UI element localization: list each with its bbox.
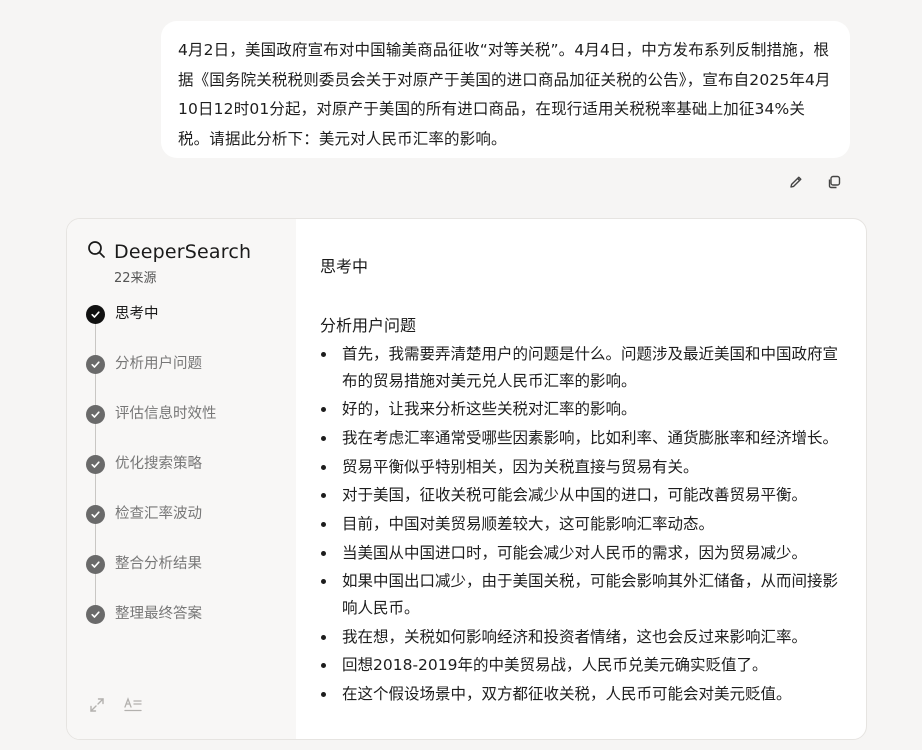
step-label: 评估信息时效性: [115, 406, 217, 422]
text-format-icon: [123, 696, 143, 718]
expand-icon: [88, 696, 106, 718]
pencil-icon: [788, 174, 804, 194]
list-item: 当美国从中国进口时，可能会减少对人民币的需求，因为贸易减少。: [320, 540, 850, 567]
list-item: 我在考虑汇率通常受哪些因素影响，比如利率、通货膨胀率和经济增长。: [320, 425, 850, 452]
deepersearch-sidebar: DeeperSearch 22来源 思考中分析用户问题 评估信息时效性 优化搜索策略…: [67, 219, 296, 739]
check-icon: [86, 355, 105, 374]
copy-message-button[interactable]: [824, 174, 844, 194]
step-item[interactable]: 整理最终答案: [86, 605, 286, 655]
list-item: 如果中国出口减少，由于美国关税，可能会影响其外汇储备，从而间接影响人民币。: [320, 568, 850, 621]
panel-tools: [87, 697, 143, 717]
user-message-bubble: 4月2日，美国政府宣布对中国输美商品征收“对等关税”。4月4日，中方发布系列反制…: [161, 21, 850, 158]
step-label: 检查汇率波动: [115, 506, 202, 522]
list-item: 好的，让我来分析这些关税对汇率的影响。: [320, 396, 850, 423]
step-item[interactable]: 分析用户问题: [86, 355, 286, 405]
deepersearch-title: DeeperSearch: [114, 240, 252, 263]
deepersearch-panel: DeeperSearch 22来源 思考中 分析用户问题 评估信息时效性 优化搜索策略…: [66, 218, 867, 740]
text-format-button[interactable]: [123, 697, 143, 717]
analysis-bullet-list: 首先，我需要弄清楚用户的问题是什么。问题涉及最近美国和中国政府宣布的贸易措施对美…: [320, 341, 850, 710]
check-icon: [86, 605, 105, 624]
search-icon: [87, 240, 106, 263]
step-item[interactable]: 思考中: [86, 305, 286, 355]
list-item: 贸易平衡似乎特别相关，因为关税直接与贸易有关。: [320, 454, 850, 481]
check-icon: [86, 405, 105, 424]
step-item[interactable]: 优化搜索策略: [86, 455, 286, 505]
user-message-text: 4月2日，美国政府宣布对中国输美商品征收“对等关税”。4月4日，中方发布系列反制…: [178, 41, 831, 148]
thinking-content: 思考中 分析用户问题 首先，我需要弄清楚用户的问题是什么。问题涉及最近美国和中国…: [320, 219, 866, 739]
step-label: 分析用户问题: [115, 356, 202, 372]
step-label: 整理最终答案: [115, 606, 202, 622]
chat-page: 4月2日，美国政府宣布对中国输美商品征收“对等关税”。4月4日，中方发布系列反制…: [0, 0, 922, 750]
check-icon: [86, 555, 105, 574]
list-item: 回想2018-2019年的中美贸易战，人民币兑美元确实贬值了。: [320, 652, 850, 679]
check-icon: [86, 455, 105, 474]
list-item: 我在想，关税如何影响经济和投资者情绪，这也会反过来影响汇率。: [320, 624, 850, 651]
list-item: 在这个假设场景中，双方都征收关税，人民币可能会对美元贬值。: [320, 681, 850, 708]
check-icon: [86, 305, 105, 324]
step-list: 思考中分析用户问题 评估信息时效性 优化搜索策略 检查汇率波动 整合分析结果 整理最终答案: [86, 305, 286, 655]
step-item[interactable]: 整合分析结果: [86, 555, 286, 605]
list-item: 首先，我需要弄清楚用户的问题是什么。问题涉及最近美国和中国政府宣布的贸易措施对美…: [320, 341, 850, 394]
step-label: 思考中: [115, 306, 159, 322]
edit-message-button[interactable]: [786, 174, 806, 194]
check-icon: [86, 505, 105, 524]
step-label: 整合分析结果: [115, 556, 202, 572]
thinking-title: 思考中: [320, 257, 369, 276]
section-title: 分析用户问题: [320, 316, 417, 335]
step-label: 优化搜索策略: [115, 456, 202, 472]
message-actions: [786, 174, 844, 194]
deepersearch-header: DeeperSearch 22来源: [87, 240, 252, 286]
list-item: 目前，中国对美贸易顺差较大，这可能影响汇率动态。: [320, 511, 850, 538]
expand-button[interactable]: [87, 697, 107, 717]
step-item[interactable]: 检查汇率波动: [86, 505, 286, 555]
list-item: 对于美国，征收关税可能会减少从中国的进口，可能改善贸易平衡。: [320, 482, 850, 509]
step-item[interactable]: 评估信息时效性: [86, 405, 286, 455]
sources-count[interactable]: 22来源: [114, 267, 157, 286]
copy-icon: [826, 174, 842, 194]
